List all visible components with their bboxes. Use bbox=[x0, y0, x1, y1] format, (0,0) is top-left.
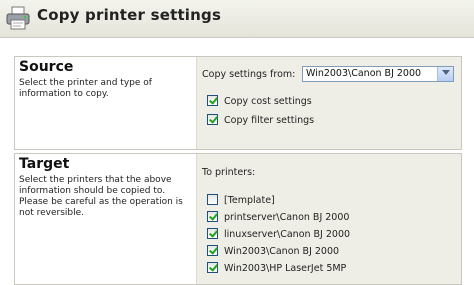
source-section: Source Select the printer and type of in… bbox=[14, 56, 462, 150]
copy-cost-label: Copy cost settings bbox=[224, 96, 312, 107]
source-title: Source bbox=[19, 59, 74, 75]
printer-label: linuxserver\Canon BJ 2000 bbox=[224, 229, 351, 240]
source-options: Copy settings from: Win2003\Canon BJ 200… bbox=[196, 57, 461, 149]
printer-checkbox-linuxserver-canon[interactable] bbox=[207, 228, 218, 239]
printer-checkbox-win2003-canon[interactable] bbox=[207, 245, 218, 256]
to-printers-label: To printers: bbox=[202, 167, 256, 178]
copy-filter-checkbox[interactable] bbox=[207, 114, 218, 125]
page-header: Copy printer settings bbox=[0, 0, 474, 38]
printer-label: Win2003\Canon BJ 2000 bbox=[224, 246, 340, 257]
copy-from-value: Win2003\Canon BJ 2000 bbox=[306, 68, 422, 79]
printer-checkbox-win2003-hp[interactable] bbox=[207, 262, 218, 273]
printer-checkbox-printserver-canon[interactable] bbox=[207, 211, 218, 222]
source-description: Select the printer and type of informati… bbox=[19, 78, 152, 99]
target-info: Target Select the printers that the abov… bbox=[15, 154, 196, 284]
copy-from-select[interactable]: Win2003\Canon BJ 2000 bbox=[302, 66, 454, 82]
target-description: Select the printers that the above infor… bbox=[19, 175, 183, 218]
target-section: Target Select the printers that the abov… bbox=[14, 153, 462, 285]
copy-cost-checkbox[interactable] bbox=[207, 95, 218, 106]
printer-label: printserver\Canon BJ 2000 bbox=[224, 212, 350, 223]
target-options: To printers: [Template] printserver\Cano… bbox=[196, 154, 461, 284]
dropdown-arrow-icon[interactable] bbox=[437, 67, 453, 81]
copy-filter-label: Copy filter settings bbox=[224, 115, 315, 126]
source-info: Source Select the printer and type of in… bbox=[15, 57, 196, 149]
printer-label: Win2003\HP LaserJet 5MP bbox=[224, 263, 347, 274]
printer-icon bbox=[6, 6, 30, 30]
copy-from-label: Copy settings from: bbox=[202, 69, 296, 80]
printer-checkbox-template[interactable] bbox=[207, 194, 218, 205]
target-title: Target bbox=[19, 156, 70, 172]
page-title: Copy printer settings bbox=[37, 6, 222, 24]
printer-label: [Template] bbox=[224, 195, 275, 206]
